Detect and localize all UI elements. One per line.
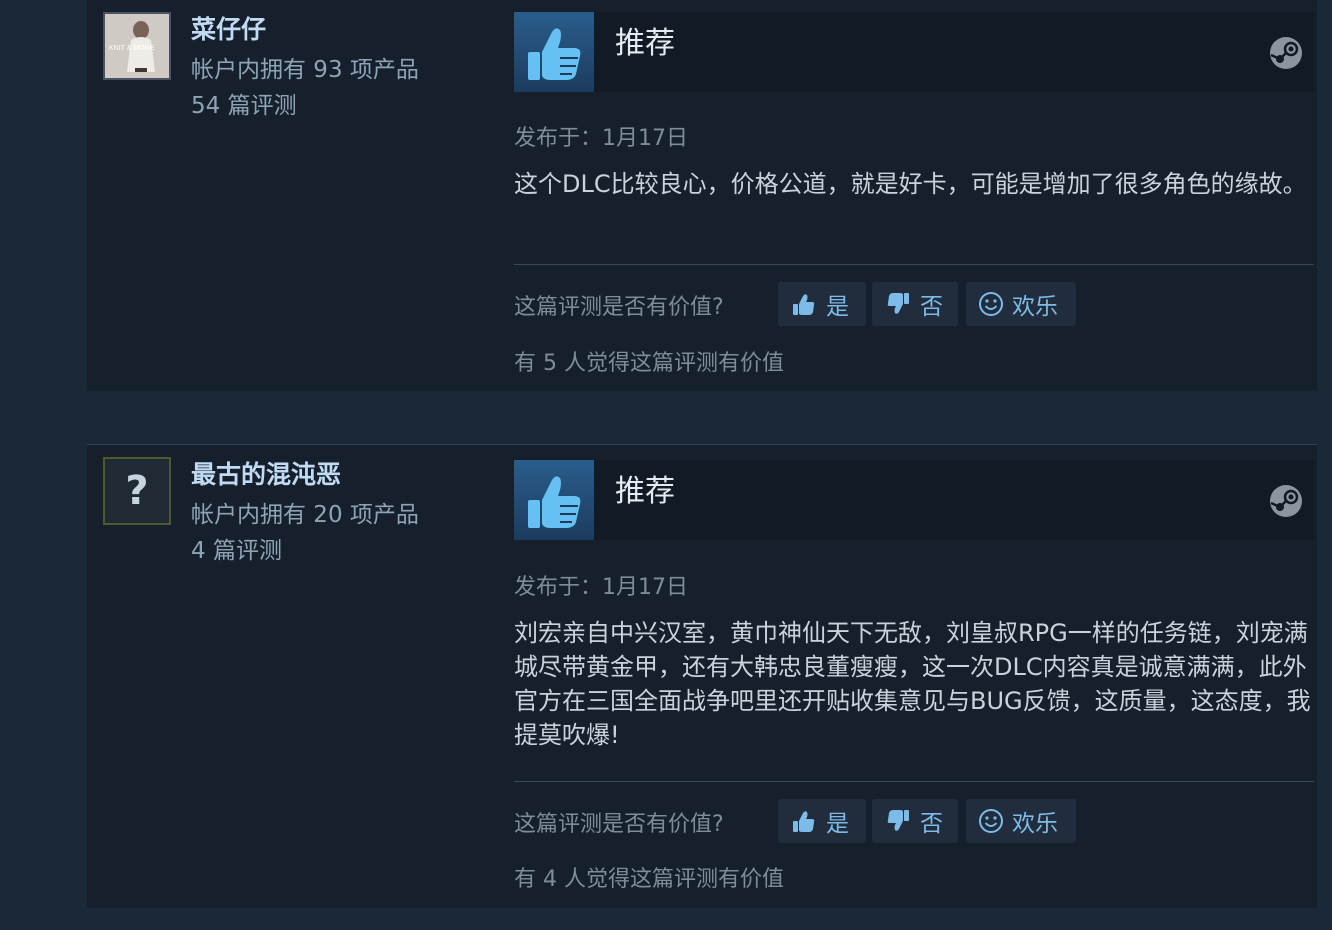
avatar-watermark: KNIT & MORE	[109, 45, 155, 52]
author-avatar[interactable]: ?	[103, 457, 171, 525]
author-name[interactable]: 菜仔仔	[191, 10, 266, 46]
vote-no-button[interactable]: 否	[872, 282, 958, 326]
helpful-question: 这篇评测是否有价值?	[514, 812, 724, 837]
vote-no-label: 否	[920, 811, 943, 837]
vote-no-label: 否	[920, 294, 943, 320]
vote-no-button[interactable]: 否	[872, 799, 958, 843]
verdict-label: 推荐	[615, 26, 675, 61]
verdict-label: 推荐	[615, 474, 675, 509]
posted-date: 发布于：1月17日	[514, 126, 688, 151]
divider	[514, 264, 1314, 265]
author-reviews-count[interactable]: 54 篇评测	[191, 86, 297, 120]
author-name[interactable]: 最古的混沌恶	[191, 455, 341, 491]
vote-funny-button[interactable]: 欢乐	[966, 799, 1076, 843]
review-verdict-header[interactable]: 推荐	[514, 460, 1314, 540]
thumbs-down-icon	[887, 293, 909, 314]
steam-icon	[1270, 37, 1302, 69]
review-body: 刘宏亲自中兴汉室，黄巾神仙天下无敌，刘皇叔RPG一样的任务链，刘宠满城尽带黄金甲…	[514, 619, 1311, 749]
thumbs-down-icon	[887, 810, 909, 831]
thumbs-up-icon	[793, 294, 815, 315]
thumbs-up-icon	[514, 460, 594, 540]
divider	[514, 781, 1314, 782]
vote-yes-label: 是	[826, 294, 849, 320]
smiley-icon	[979, 292, 1003, 316]
author-products-count[interactable]: 帐户内拥有 20 项产品	[191, 495, 419, 529]
vote-funny-label: 欢乐	[1012, 811, 1058, 837]
author-avatar[interactable]: KNIT & MORE	[103, 12, 171, 80]
vote-yes-label: 是	[826, 811, 849, 837]
thumbs-up-icon	[793, 811, 815, 832]
user-photo-avatar-icon: KNIT & MORE	[105, 14, 169, 78]
vote-yes-button[interactable]: 是	[778, 282, 866, 326]
review-card: ? 最古的混沌恶 帐户内拥有 20 项产品 4 篇评测 推荐 发布于：1月17日…	[87, 444, 1317, 908]
vote-funny-button[interactable]: 欢乐	[966, 282, 1076, 326]
helpful-count: 有 5 人觉得这篇评测有价值	[514, 351, 784, 376]
question-mark-avatar-icon: ?	[125, 468, 149, 514]
author-reviews-count[interactable]: 4 篇评测	[191, 531, 282, 565]
helpful-count: 有 4 人觉得这篇评测有价值	[514, 867, 784, 892]
vote-yes-button[interactable]: 是	[778, 799, 866, 843]
steam-icon	[1270, 485, 1302, 517]
review-body: 这个DLC比较良心，价格公道，就是好卡，可能是增加了很多角色的缘故。	[514, 170, 1307, 198]
vote-funny-label: 欢乐	[1012, 294, 1058, 320]
thumbs-up-icon	[514, 12, 594, 92]
review-card: KNIT & MORE 菜仔仔 帐户内拥有 93 项产品 54 篇评测 推荐 发…	[87, 0, 1317, 391]
helpful-question: 这篇评测是否有价值?	[514, 295, 724, 320]
author-products-count[interactable]: 帐户内拥有 93 项产品	[191, 50, 419, 84]
posted-date: 发布于：1月17日	[514, 575, 688, 600]
review-verdict-header[interactable]: 推荐	[514, 12, 1314, 92]
smiley-icon	[979, 809, 1003, 833]
